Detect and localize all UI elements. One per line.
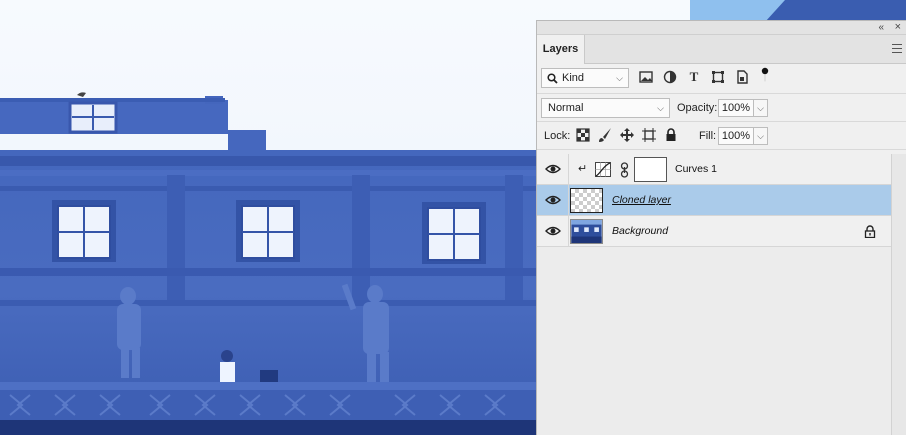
close-panel-icon[interactable]: × <box>895 21 901 34</box>
lock-label: Lock: <box>544 130 571 142</box>
filter-kind-label: Kind <box>562 72 585 84</box>
blend-mode-select[interactable]: Normal ⌵ <box>541 98 670 118</box>
layer-row-cloned[interactable]: Cloned layer <box>537 185 892 216</box>
search-icon <box>547 73 558 84</box>
blend-row: Normal ⌵ Opacity: 100% ⌵ <box>537 94 906 122</box>
visibility-eye-icon[interactable] <box>545 162 561 176</box>
fill-label: Fill: <box>699 130 717 142</box>
layer-thumbnail-image[interactable] <box>570 219 603 244</box>
chevron-down-icon: ⌵ <box>657 103 664 113</box>
filter-toggle-icon[interactable] <box>757 67 773 83</box>
lock-artboard-icon[interactable] <box>641 127 657 143</box>
layer-row-curves[interactable]: ↵ Curves 1 <box>537 154 892 185</box>
row-divider <box>568 154 569 185</box>
visibility-eye-icon[interactable] <box>545 224 561 238</box>
layer-name[interactable]: Cloned layer <box>612 185 671 216</box>
filter-row: Kind ⌵ T <box>537 64 906 94</box>
fill-input[interactable]: 100% <box>718 127 754 145</box>
visibility-eye-icon[interactable] <box>545 193 561 207</box>
layer-list: ↵ Curves 1 Cloned layer Background <box>537 154 892 247</box>
fill-dropdown-button[interactable]: ⌵ <box>754 127 768 145</box>
tab-layers[interactable]: Layers <box>537 35 585 64</box>
layers-panel: « × Layers Kind ⌵ T Normal ⌵ Opacity: 10… <box>536 20 906 435</box>
panel-menu-icon[interactable] <box>892 44 902 53</box>
opacity-input[interactable]: 100% <box>718 99 754 117</box>
lock-position-icon[interactable] <box>619 127 635 143</box>
layer-thumbnail-transparent[interactable] <box>570 188 603 213</box>
filter-kind-select[interactable]: Kind ⌵ <box>541 68 629 88</box>
layer-lock-icon <box>864 225 876 238</box>
curves-adjustment-icon <box>595 162 611 177</box>
type-filter-icon[interactable]: T <box>686 69 702 85</box>
lock-all-icon[interactable] <box>663 127 679 143</box>
chevron-down-icon: ⌵ <box>616 73 623 83</box>
panel-tab-bar: Layers <box>537 35 906 64</box>
mask-link-icon[interactable] <box>620 162 629 178</box>
lock-image-pixels-icon[interactable] <box>597 127 613 143</box>
smart-object-filter-icon[interactable] <box>734 69 750 85</box>
opacity-label: Opacity: <box>677 102 718 114</box>
layer-name[interactable]: Background <box>612 216 668 247</box>
layer-row-background[interactable]: Background <box>537 216 892 247</box>
layer-name[interactable]: Curves 1 <box>675 154 717 185</box>
layer-list-empty-area[interactable] <box>537 247 892 435</box>
clipping-mask-arrow-icon: ↵ <box>578 163 588 175</box>
blend-mode-value: Normal <box>548 102 584 114</box>
layer-list-scrollbar[interactable] <box>891 154 906 435</box>
lock-row: Lock: Fill: 100% ⌵ <box>537 122 906 150</box>
layer-mask-thumbnail[interactable] <box>634 157 667 182</box>
row-divider <box>568 216 569 247</box>
row-divider <box>568 185 569 216</box>
lock-transparent-pixels-icon[interactable] <box>575 127 591 143</box>
collapse-panel-icon[interactable]: « <box>878 21 884 34</box>
adjustment-filter-icon[interactable] <box>662 69 678 85</box>
shape-filter-icon[interactable] <box>710 69 726 85</box>
image-filter-icon[interactable] <box>638 69 654 85</box>
panel-title-strip: « × <box>537 21 906 35</box>
opacity-dropdown-button[interactable]: ⌵ <box>754 99 768 117</box>
